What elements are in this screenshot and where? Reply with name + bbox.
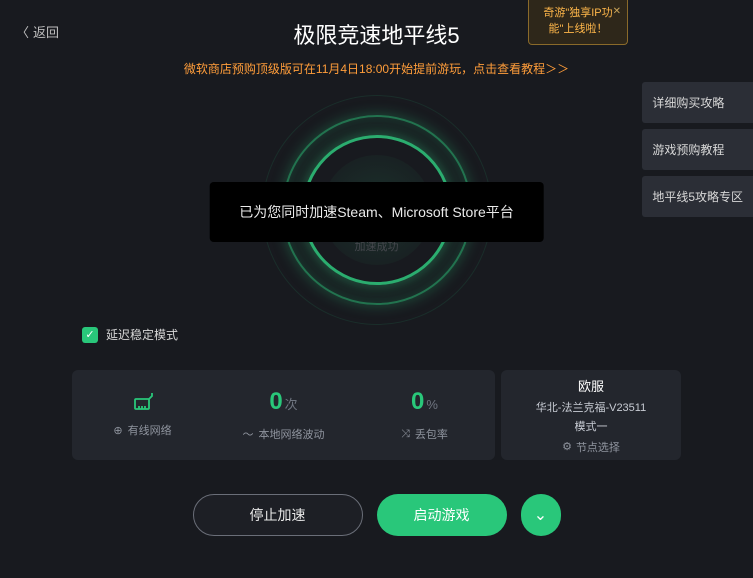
ethernet-icon xyxy=(131,392,155,412)
stats-left: ⊕ 有线网络 0 次 〜 本地网络波动 0 % ⤨ 丢包率 xyxy=(72,370,495,460)
globe-icon: ⊕ xyxy=(113,424,122,437)
header: 极限竞速地平线5 微软商店预购顶级版可在11月4日18:00开始提前游玩，点击查… xyxy=(0,0,753,77)
link-icon: ⤨ xyxy=(401,428,410,441)
start-dropdown[interactable]: ⌄ xyxy=(521,494,561,536)
server-panel[interactable]: 欧服 华北-法兰克福-V23511 模式一 ⚙ 节点选择 xyxy=(501,370,681,460)
server-mode: 模式一 xyxy=(575,418,608,434)
node-select[interactable]: ⚙ 节点选择 xyxy=(562,439,620,455)
back-button[interactable]: 〈 返回 xyxy=(16,22,59,41)
stat-jitter: 0 次 〜 本地网络波动 xyxy=(213,370,354,460)
mode-checkbox[interactable]: ✓ xyxy=(82,327,98,343)
pulse-icon: 〜 xyxy=(243,426,254,442)
promo-text: 奇游"独享IP功能"上线啦！ xyxy=(543,7,612,35)
start-button[interactable]: 启动游戏 xyxy=(377,494,507,536)
server-region: 欧服 xyxy=(578,376,604,395)
stop-button[interactable]: 停止加速 xyxy=(193,494,363,536)
mode-label: 延迟稳定模式 xyxy=(106,326,178,343)
server-node: 华北-法兰克福-V23511 xyxy=(536,399,646,415)
close-icon[interactable]: ✕ xyxy=(613,6,621,17)
page-title: 极限竞速地平线5 xyxy=(0,18,753,50)
chevron-down-icon: ⌄ xyxy=(534,505,547,525)
side-tab-preorder-tutorial[interactable]: 游戏预购教程 xyxy=(642,129,753,170)
side-tabs: 详细购买攻略 游戏预购教程 地平线5攻略专区 xyxy=(642,82,753,217)
toast-message: 已为您同时加速Steam、Microsoft Store平台 xyxy=(209,182,544,242)
side-tab-purchase-guide[interactable]: 详细购买攻略 xyxy=(642,82,753,123)
side-tab-strategy-zone[interactable]: 地平线5攻略专区 xyxy=(642,176,753,217)
gear-icon: ⚙ xyxy=(562,440,572,453)
chevron-left-icon: 〈 xyxy=(16,22,29,41)
stats-panel: ⊕ 有线网络 0 次 〜 本地网络波动 0 % ⤨ 丢包率 xyxy=(72,370,681,460)
stat-packet-loss: 0 % ⤨ 丢包率 xyxy=(354,370,495,460)
subtitle-link[interactable]: 微软商店预购顶级版可在11月4日18:00开始提前游玩，点击查看教程＞＞ xyxy=(0,60,753,77)
promo-banner[interactable]: ✕ 奇游"独享IP功能"上线啦！ xyxy=(528,0,628,45)
button-row: 停止加速 启动游戏 ⌄ xyxy=(193,494,561,536)
stat-network: ⊕ 有线网络 xyxy=(72,370,213,460)
back-label: 返回 xyxy=(33,22,59,41)
mode-toggle-row: ✓ 延迟稳定模式 xyxy=(82,326,178,343)
